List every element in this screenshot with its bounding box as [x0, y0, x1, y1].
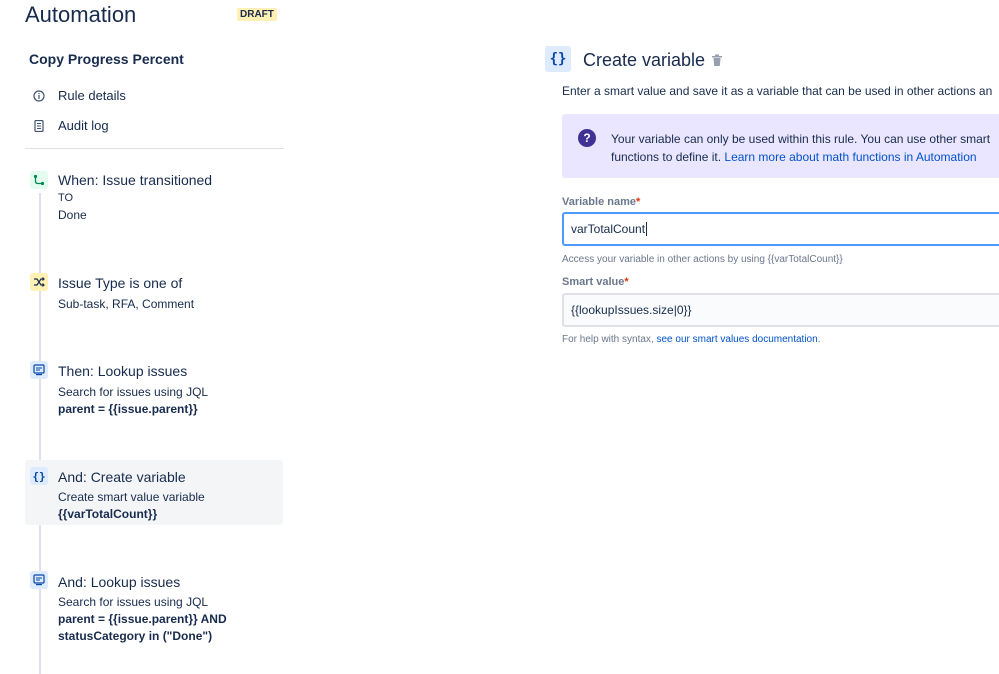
shuffle-icon [30, 273, 48, 291]
info-text: Your variable can only be used within th… [611, 130, 990, 166]
variable-name-label: Variable name* [562, 196, 640, 208]
rule-name: Copy Progress Percent [29, 51, 184, 67]
panel-description: Enter a smart value and save it as a var… [562, 84, 993, 98]
label-text: Smart value [562, 276, 625, 288]
nav-label: Rule details [58, 88, 126, 103]
step-jql: statusCategory in ("Done") [58, 629, 213, 643]
step-detail: Search for issues using JQL [58, 385, 209, 399]
step-title: Then: Lookup issues [58, 363, 188, 379]
help-suffix: . [817, 334, 821, 345]
nav-label: Audit log [58, 118, 109, 133]
sidebar-divider [25, 148, 284, 149]
braces-icon: {} [545, 46, 571, 72]
step-detail: Create smart value variable [58, 490, 205, 504]
step-lookup-issues-done[interactable]: And: Lookup issues Search for issues usi… [25, 567, 283, 647]
smart-value-label: Smart value* [562, 276, 629, 288]
nav-rule-details[interactable]: Rule details [33, 88, 126, 103]
page-title: Automation [25, 2, 137, 27]
variable-name-input[interactable]: varTotalCount [562, 212, 999, 246]
step-detail: Done [58, 208, 87, 222]
help-prefix: For help with syntax, [562, 334, 657, 345]
input-value: varTotalCount [571, 222, 646, 236]
required-marker: * [636, 196, 641, 208]
math-functions-link[interactable]: Learn more about math functions in Autom… [724, 150, 976, 164]
trash-icon[interactable] [711, 54, 723, 67]
smart-values-doc-link[interactable]: see our smart values documentation [656, 334, 817, 345]
question-icon: ? [578, 129, 596, 147]
smart-value-input[interactable]: {{lookupIssues.size|0}} [562, 293, 999, 327]
step-jql: parent = {{issue.parent}} AND [58, 612, 227, 626]
step-create-variable[interactable]: {} And: Create variable Create smart val… [25, 460, 283, 525]
step-title: When: Issue transitioned [58, 172, 213, 188]
step-detail: Search for issues using JQL [58, 595, 209, 609]
step-variable-name: {{varTotalCount}} [58, 507, 158, 521]
info-line-1: Your variable can only be used within th… [611, 132, 991, 146]
step-title: And: Create variable [58, 469, 186, 485]
info-line-2: functions to define it. Learn more about… [611, 148, 990, 166]
nav-audit-log[interactable]: Audit log [33, 118, 109, 133]
step-condition[interactable]: Issue Type is one of Sub-task, RFA, Comm… [25, 269, 283, 315]
step-lookup-issues[interactable]: Then: Lookup issues Search for issues us… [25, 357, 283, 419]
input-value: {{lookupIssues.size|0}} [571, 303, 692, 317]
step-jql: parent = {{issue.parent}} [58, 402, 198, 416]
draft-badge: DRAFT [237, 8, 277, 21]
panel-title: Create variable [583, 50, 706, 70]
braces-icon: {} [30, 467, 48, 485]
document-icon [33, 119, 45, 132]
transition-icon [30, 171, 48, 189]
step-detail: TO [58, 192, 74, 204]
lookup-icon [30, 571, 48, 589]
text-caret [646, 222, 648, 236]
info-icon [33, 89, 45, 102]
step-title: Issue Type is one of [58, 275, 183, 291]
step-trigger[interactable]: When: Issue transitioned TO Done [25, 166, 283, 228]
variable-name-help: Access your variable in other actions by… [562, 254, 843, 265]
step-detail: Sub-task, RFA, Comment [58, 297, 195, 311]
step-title: And: Lookup issues [58, 574, 181, 590]
smart-value-help: For help with syntax, see our smart valu… [562, 334, 820, 345]
label-text: Variable name [562, 196, 636, 208]
required-marker: * [624, 276, 629, 288]
lookup-icon [30, 361, 48, 379]
info-text-prefix: functions to define it. [611, 150, 725, 164]
